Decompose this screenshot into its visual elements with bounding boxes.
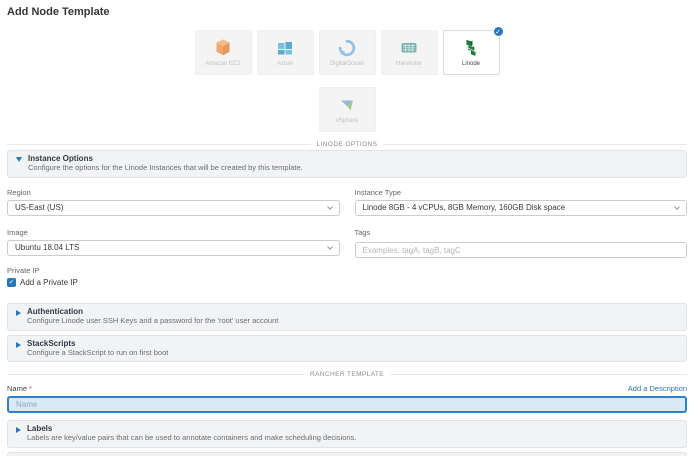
caret-right-icon bbox=[16, 427, 21, 433]
region-label: Region bbox=[7, 188, 340, 197]
digitalocean-icon bbox=[337, 38, 357, 58]
name-label: Name* bbox=[7, 384, 32, 393]
private-ip-checkbox-label: Add a Private IP bbox=[20, 278, 78, 287]
required-asterisk: * bbox=[29, 384, 32, 393]
amazon-ec2-icon bbox=[213, 38, 233, 58]
section-text: Labels Labels are key/value pairs that c… bbox=[27, 424, 356, 443]
checkbox-checked-icon[interactable]: ✓ bbox=[7, 278, 16, 287]
provider-card-amazon-ec2[interactable]: Amazon EC2 bbox=[195, 30, 252, 75]
name-input[interactable] bbox=[7, 396, 687, 413]
linode-options-divider-label: LINODE OPTIONS bbox=[311, 141, 384, 148]
tags-input[interactable] bbox=[355, 242, 688, 258]
section-title: StackScripts bbox=[27, 339, 168, 348]
azure-icon bbox=[275, 38, 295, 58]
caret-right-icon bbox=[16, 342, 21, 348]
image-select-value: Ubuntu 18.04 LTS bbox=[15, 243, 79, 252]
linode-options-divider: LINODE OPTIONS bbox=[7, 141, 687, 148]
name-row: Name* Add a Description bbox=[7, 384, 687, 393]
section-authentication[interactable]: Authentication Configure Linode user SSH… bbox=[7, 303, 687, 331]
section-subtitle: Configure the options for the Linode Ins… bbox=[28, 164, 303, 173]
vsphere-icon bbox=[337, 95, 357, 115]
image-field: Image Ubuntu 18.04 LTS bbox=[7, 228, 340, 259]
provider-card-label: Linode bbox=[462, 61, 480, 68]
private-ip-label: Private IP bbox=[7, 266, 687, 275]
rancher-template-divider-label: RANCHER TEMPLATE bbox=[304, 371, 390, 378]
caret-right-icon bbox=[16, 310, 21, 316]
section-instance-options[interactable]: Instance Options Configure the options f… bbox=[7, 150, 687, 178]
section-text: Instance Options Configure the options f… bbox=[28, 154, 303, 173]
provider-card-linode[interactable]: ✓ Linode bbox=[443, 30, 500, 75]
chevron-down-icon bbox=[327, 244, 333, 250]
instance-type-field: Instance Type Linode 8GB - 4 vCPUs, 8GB … bbox=[355, 188, 688, 216]
section-text: Authentication Configure Linode user SSH… bbox=[27, 307, 278, 326]
region-field: Region US-East (US) bbox=[7, 188, 340, 216]
section-labels[interactable]: Labels Labels are key/value pairs that c… bbox=[7, 420, 687, 448]
caret-down-icon bbox=[16, 157, 22, 162]
private-ip-field: Private IP ✓ Add a Private IP bbox=[7, 266, 687, 287]
driver-picker: Amazon EC2 Azure DigitalOcean Harvester bbox=[7, 30, 687, 132]
chevron-down-icon bbox=[327, 204, 333, 210]
provider-card-label: Amazon EC2 bbox=[205, 61, 240, 68]
section-subtitle: Labels are key/value pairs that can be u… bbox=[27, 434, 356, 443]
selected-check-icon: ✓ bbox=[493, 26, 504, 37]
provider-card-label: DigitalOcean bbox=[330, 61, 364, 68]
image-select[interactable]: Ubuntu 18.04 LTS bbox=[7, 240, 340, 256]
harvester-icon bbox=[399, 38, 419, 58]
section-title: Labels bbox=[27, 424, 356, 433]
image-label: Image bbox=[7, 228, 340, 237]
instance-type-select-value: Linode 8GB - 4 vCPUs, 8GB Memory, 160GB … bbox=[363, 203, 566, 212]
provider-card-label: vSphere bbox=[336, 118, 358, 125]
region-select-value: US-East (US) bbox=[15, 203, 63, 212]
driver-row-2: vSphere bbox=[7, 87, 687, 132]
section-title: Authentication bbox=[27, 307, 278, 316]
provider-card-azure[interactable]: Azure bbox=[257, 30, 314, 75]
tags-label: Tags bbox=[355, 228, 688, 237]
page-title: Add Node Template bbox=[7, 0, 687, 18]
name-label-text: Name bbox=[7, 384, 27, 393]
provider-card-vsphere[interactable]: vSphere bbox=[319, 87, 376, 132]
rancher-template-divider: RANCHER TEMPLATE bbox=[7, 371, 687, 378]
provider-card-label: Azure bbox=[277, 61, 293, 68]
section-subtitle: Configure a StackScript to run on first … bbox=[27, 349, 168, 358]
provider-card-digitalocean[interactable]: DigitalOcean bbox=[319, 30, 376, 75]
region-select[interactable]: US-East (US) bbox=[7, 200, 340, 216]
instance-options-form: Region US-East (US) Instance Type Linode… bbox=[7, 188, 687, 259]
provider-card-harvester[interactable]: Harvester bbox=[381, 30, 438, 75]
section-stackscripts[interactable]: StackScripts Configure a StackScript to … bbox=[7, 335, 687, 363]
instance-type-select[interactable]: Linode 8GB - 4 vCPUs, 8GB Memory, 160GB … bbox=[355, 200, 688, 216]
section-text: StackScripts Configure a StackScript to … bbox=[27, 339, 168, 358]
section-title: Instance Options bbox=[28, 154, 303, 163]
linode-icon bbox=[461, 38, 481, 58]
section-subtitle: Configure Linode user SSH Keys and a pas… bbox=[27, 317, 278, 326]
chevron-down-icon bbox=[674, 204, 680, 210]
section-engine-options[interactable]: Engine Options Customize the configurati… bbox=[7, 452, 687, 456]
driver-row-1: Amazon EC2 Azure DigitalOcean Harvester bbox=[7, 30, 687, 75]
tags-field: Tags bbox=[355, 228, 688, 259]
instance-type-label: Instance Type bbox=[355, 188, 688, 197]
add-description-link[interactable]: Add a Description bbox=[628, 384, 687, 393]
private-ip-checkbox-row[interactable]: ✓ Add a Private IP bbox=[7, 278, 687, 287]
provider-card-label: Harvester bbox=[396, 61, 422, 68]
add-node-template-page: Add Node Template Amazon EC2 Azure Digit… bbox=[0, 0, 694, 456]
